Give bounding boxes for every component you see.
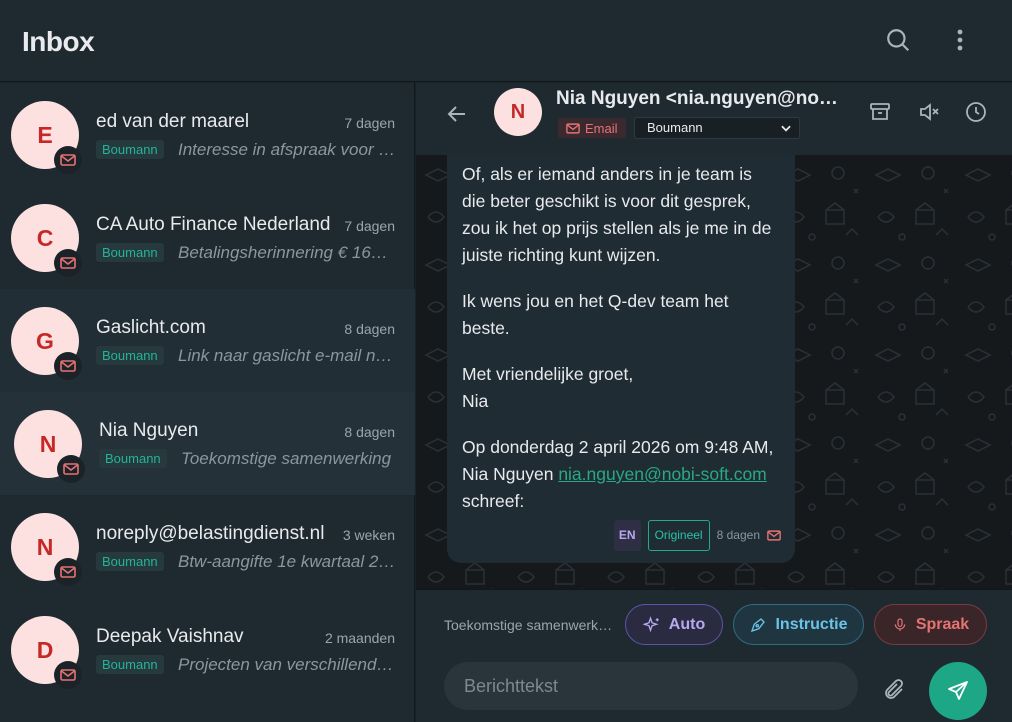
conversation-preview: Btw-aangifte 1e kwartaal 2026	[178, 552, 396, 571]
account-select-value: Boumann	[647, 120, 703, 135]
message-bubble: Of, als er iemand anders in je team is d…	[447, 155, 795, 563]
pen-icon	[751, 617, 766, 632]
mute-icon[interactable]	[912, 95, 946, 129]
mail-icon	[54, 249, 82, 277]
channel-label: Email	[585, 120, 618, 136]
conversation-name: noreply@belastingdienst.nl	[96, 523, 325, 544]
conversation-time: 3 weken	[342, 527, 395, 543]
instruction-button[interactable]: Instructie	[733, 604, 864, 645]
conversation-item[interactable]: N noreply@belastingdienst.nl 3 weken Bou…	[0, 495, 415, 598]
voice-button[interactable]: Spraak	[874, 604, 987, 645]
contact-name: Nia Nguyen <nia.nguyen@nobi-soft.com>	[556, 88, 848, 109]
conversation-preview: Toekomstige samenwerking	[181, 449, 392, 468]
account-tag: Boumann	[96, 346, 164, 365]
quote-suffix: schreef:	[462, 491, 525, 511]
auto-reply-button[interactable]: Auto	[625, 604, 723, 645]
message-input[interactable]: Berichttekst	[444, 662, 858, 710]
message-quote-header: Op donderdag 2 april 2026 om 9:48 AM, Ni…	[462, 434, 780, 515]
composer: Toekomstige samenwerking Auto Instructie…	[416, 589, 1012, 722]
mic-icon	[894, 617, 906, 631]
page-title: Inbox	[22, 26, 95, 57]
auto-reply-label: Auto	[668, 615, 706, 633]
message-paragraph: Of, als er iemand anders in je team is d…	[462, 164, 772, 265]
app-header: Inbox	[0, 0, 1012, 82]
reply-subject: Toekomstige samenwerking	[444, 617, 614, 633]
conversation-time: 7 dagen	[344, 115, 395, 131]
language-badge: EN	[613, 520, 641, 551]
sparkle-icon	[642, 615, 659, 632]
conversation-item[interactable]: G Gaslicht.com 8 dagen Boumann Link naar…	[0, 289, 415, 392]
account-tag: Boumann	[96, 140, 164, 159]
conversation-name: Nia Nguyen	[99, 420, 199, 441]
message-paragraph: Ik wens jou en het Q-dev team het beste.	[462, 291, 729, 338]
mail-icon	[54, 352, 82, 380]
message-meta: EN Origineel 8 dagen	[613, 520, 781, 551]
conversation-preview: Link naar gaslicht e-mail notificatie	[178, 346, 396, 365]
conversation-time: 7 dagen	[344, 218, 395, 234]
paperclip-icon[interactable]	[878, 674, 910, 706]
arrow-left-icon[interactable]	[440, 97, 474, 131]
conversation-list: E ed van der maarel 7 dagen Boumann Inte…	[0, 83, 415, 722]
conversation-item[interactable]: E ed van der maarel 7 dagen Boumann Inte…	[0, 83, 415, 186]
mail-icon	[57, 455, 85, 483]
conversation-preview: Projecten van verschillende sectoren	[178, 655, 396, 674]
message-input-placeholder: Berichttekst	[464, 675, 559, 696]
chat-header: N Nia Nguyen <nia.nguyen@nobi-soft.com> …	[416, 83, 1012, 155]
send-icon	[948, 681, 968, 700]
mail-icon	[54, 146, 82, 174]
conversation-item-selected[interactable]: N Nia Nguyen 8 dagen Boumann Toekomstige…	[0, 392, 415, 495]
account-tag: Boumann	[96, 552, 164, 571]
channel-badge: Email	[558, 118, 626, 138]
mail-icon	[566, 122, 580, 134]
conversation-preview: Betalingsherinnering € 165,13	[178, 243, 396, 262]
instruction-label: Instructie	[775, 615, 848, 633]
conversation-item[interactable]: D Deepak Vaishnav 2 maanden Boumann Proj…	[0, 598, 415, 701]
chat-panel: N Nia Nguyen <nia.nguyen@nobi-soft.com> …	[416, 83, 1012, 722]
message-signoff: Met vriendelijke groet, Nia	[462, 361, 780, 415]
account-tag: Boumann	[96, 655, 164, 674]
search-icon[interactable]	[880, 22, 916, 58]
email-link[interactable]: nia.nguyen@nobi-soft.com	[558, 464, 766, 484]
conversation-name: Deepak Vaishnav	[96, 626, 244, 647]
conversation-name: ed van der maarel	[96, 111, 250, 132]
message-signoff-greeting: Met vriendelijke groet,	[462, 364, 634, 384]
account-tag: Boumann	[96, 243, 164, 262]
avatar: N	[494, 88, 542, 136]
voice-label: Spraak	[915, 615, 970, 633]
account-tag: Boumann	[99, 449, 167, 468]
conversation-time: 2 maanden	[324, 630, 395, 646]
message-signoff-name: Nia	[462, 391, 489, 411]
conversation-time: 8 dagen	[344, 321, 395, 337]
mail-icon	[54, 661, 82, 689]
archive-icon[interactable]	[863, 95, 897, 129]
conversation-name: Gaslicht.com	[96, 317, 206, 338]
original-button[interactable]: Origineel	[647, 520, 710, 551]
mail-icon	[767, 530, 781, 541]
clock-icon[interactable]	[959, 95, 993, 129]
conversation-name: CA Auto Finance Nederland	[96, 214, 331, 235]
message-area[interactable]: Of, als er iemand anders in je team is d…	[416, 155, 1012, 589]
conversation-item[interactable]: C CA Auto Finance Nederland 7 dagen Boum…	[0, 186, 415, 289]
conversation-preview: Interesse in afspraak voor de Volkswagen…	[178, 140, 396, 159]
mail-icon	[54, 558, 82, 586]
more-vertical-icon[interactable]	[942, 22, 978, 58]
message-time: 8 dagen	[716, 528, 760, 542]
chevron-down-icon	[781, 125, 791, 132]
conversation-time: 8 dagen	[344, 424, 395, 440]
account-select[interactable]: Boumann	[634, 117, 800, 139]
send-button[interactable]	[929, 662, 987, 720]
